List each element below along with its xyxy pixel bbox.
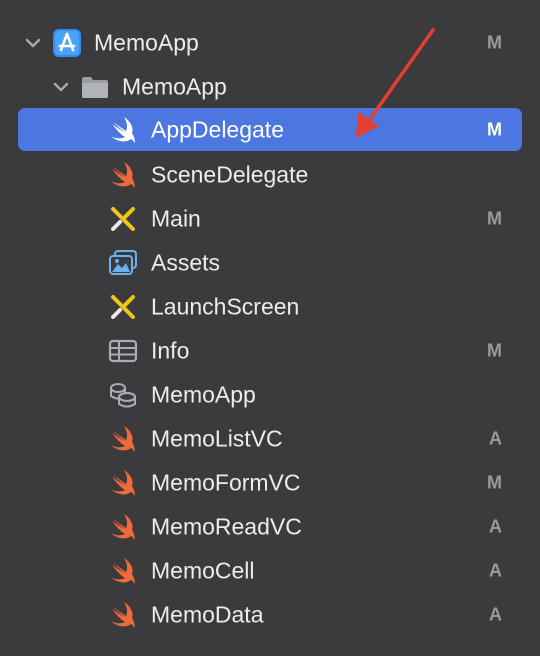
file-row-memolistvc[interactable]: MemoListVC A	[18, 417, 522, 461]
file-row-main[interactable]: Main M	[18, 197, 522, 241]
file-label: MemoFormVC	[151, 469, 301, 496]
file-row-info[interactable]: Info M	[18, 329, 522, 373]
chevron-down-icon[interactable]	[52, 78, 70, 96]
project-label: MemoApp	[94, 29, 199, 56]
file-label: Assets	[151, 249, 221, 276]
file-row-memoapp-model[interactable]: MemoApp	[18, 373, 522, 417]
file-row-memoreadvc[interactable]: MemoReadVC A	[18, 505, 522, 549]
status-badge: M	[487, 32, 502, 53]
status-badge: A	[489, 560, 502, 581]
core-data-model-icon	[108, 380, 138, 410]
file-label: MemoApp	[151, 381, 256, 408]
group-row[interactable]: MemoApp	[18, 65, 522, 109]
file-label: MemoData	[151, 601, 264, 628]
status-badge: A	[489, 516, 502, 537]
asset-catalog-icon	[108, 248, 138, 278]
project-navigator: MemoApp M MemoApp AppDelegate M SceneDel…	[0, 0, 540, 656]
status-badge: M	[487, 340, 502, 361]
file-label: AppDelegate	[151, 116, 284, 142]
plist-icon	[108, 336, 138, 366]
status-badge: M	[487, 208, 502, 229]
file-label: Main	[151, 205, 201, 232]
status-badge: M	[487, 472, 502, 493]
storyboard-icon	[108, 292, 138, 322]
status-badge: A	[489, 604, 502, 625]
project-row[interactable]: MemoApp M	[18, 21, 522, 65]
swift-icon	[108, 424, 138, 454]
file-row-memocell[interactable]: MemoCell A	[18, 549, 522, 593]
group-label: MemoApp	[122, 73, 227, 100]
file-row-scenedelegate[interactable]: SceneDelegate	[18, 153, 522, 197]
status-badge: M	[487, 119, 502, 139]
file-row-appdelegate[interactable]: AppDelegate M	[18, 108, 522, 151]
file-label: MemoListVC	[151, 425, 283, 452]
file-label: Info	[151, 337, 190, 364]
folder-icon	[80, 72, 110, 102]
chevron-down-icon[interactable]	[24, 34, 42, 52]
file-row-assets[interactable]: Assets	[18, 241, 522, 285]
swift-icon	[108, 115, 138, 145]
swift-icon	[108, 600, 138, 630]
swift-icon	[108, 468, 138, 498]
file-label: SceneDelegate	[151, 161, 309, 188]
file-row-memoformvc[interactable]: MemoFormVC M	[18, 461, 522, 505]
status-badge: A	[489, 428, 502, 449]
storyboard-icon	[108, 204, 138, 234]
swift-icon	[108, 512, 138, 542]
file-row-launchscreen[interactable]: LaunchScreen	[18, 285, 522, 329]
file-row-memodata[interactable]: MemoData A	[18, 593, 522, 637]
file-label: LaunchScreen	[151, 293, 300, 320]
swift-icon	[108, 556, 138, 586]
file-label: MemoCell	[151, 557, 255, 584]
xcode-project-icon	[52, 28, 82, 58]
file-label: MemoReadVC	[151, 513, 302, 540]
swift-icon	[108, 160, 138, 190]
